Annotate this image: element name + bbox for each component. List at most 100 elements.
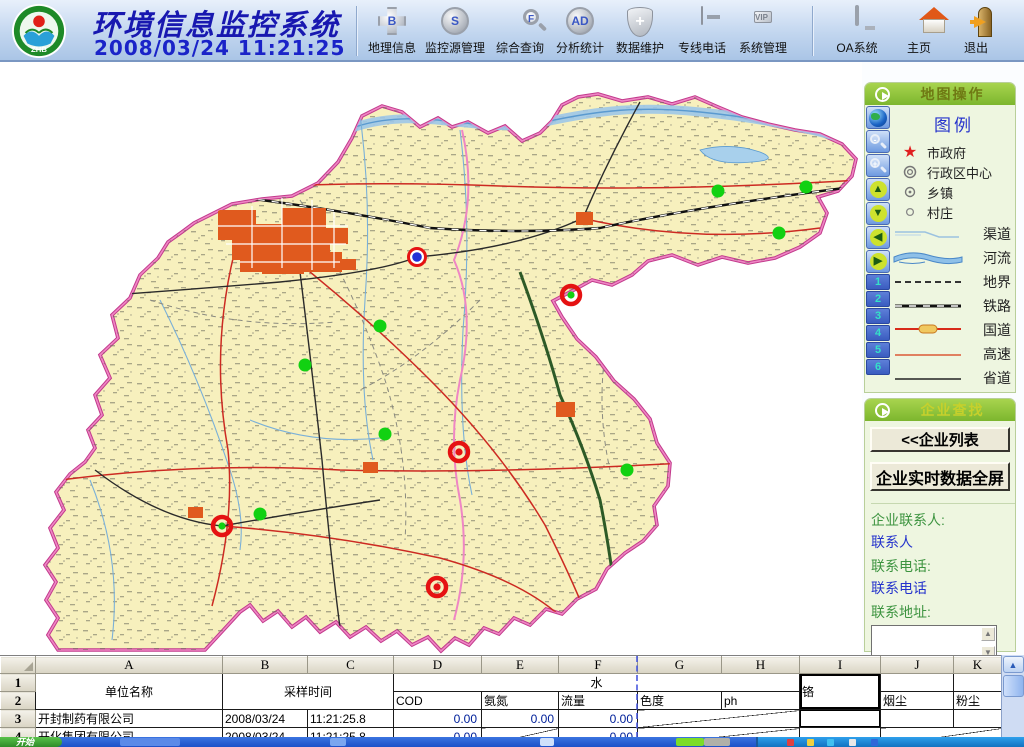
no-data-cell[interactable] (638, 728, 800, 738)
tray-icon[interactable] (787, 739, 794, 746)
cod-value-cell[interactable]: 0.00 (394, 710, 482, 728)
realtime-fullscreen-button[interactable]: 企业实时数据全屏 (870, 462, 1010, 491)
flow-value-cell[interactable]: 0.00 (559, 710, 638, 728)
sample-time-cell[interactable]: 11:21:25.8 (308, 710, 394, 728)
select-all-corner[interactable] (1, 657, 36, 674)
flow-header-cell[interactable]: 流量 (559, 692, 638, 710)
company-name-cell[interactable]: 开化集团有限公司 (36, 728, 223, 738)
company-name-cell[interactable]: 开封制药有限公司 (36, 710, 223, 728)
enterprise-marker-green[interactable] (800, 181, 813, 194)
enterprise-marker-green[interactable] (379, 428, 392, 441)
taskbar-item[interactable] (704, 738, 730, 746)
col-header-J[interactable]: J (881, 657, 954, 674)
enterprise-marker-alarm-center[interactable] (218, 522, 225, 529)
tray-icon[interactable] (827, 739, 834, 746)
scrollbar-thumb[interactable] (1003, 675, 1024, 697)
scroll-up-arrow[interactable]: ▲ (1003, 656, 1024, 673)
taskbar-item[interactable] (676, 738, 704, 746)
sample-date-cell[interactable]: 2008/03/24 (223, 728, 308, 738)
zoom-level-3[interactable]: 3 (866, 308, 890, 324)
scroll-up-icon[interactable]: ▲ (981, 627, 995, 641)
col-header-G[interactable]: G (638, 657, 722, 674)
enterprise-search-header[interactable]: 企业查找 (865, 399, 1015, 421)
nav-hotline[interactable]: 专线电话 (672, 7, 732, 57)
tray-icon[interactable] (871, 739, 878, 746)
col-header-C[interactable]: C (308, 657, 394, 674)
windows-taskbar[interactable]: 开始 (0, 737, 1024, 747)
map-operations-header[interactable]: 地图操作 (865, 83, 1015, 105)
enterprise-marker-green[interactable] (773, 227, 786, 240)
phone-value[interactable]: 联系电话 (871, 578, 1015, 598)
enterprise-marker-green[interactable] (299, 359, 312, 372)
cod-value-cell[interactable]: 0.00 (394, 728, 482, 738)
start-button[interactable]: 开始 (0, 737, 62, 747)
nav-oa-system[interactable]: OA系统 (827, 7, 887, 57)
nav-home[interactable]: 主页 (889, 7, 949, 57)
empty-cell[interactable] (881, 674, 954, 692)
water-group-header-cell[interactable]: 水 (394, 674, 800, 692)
pan-up-button[interactable]: ▲ (866, 178, 890, 201)
nav-source-mgmt[interactable]: S 监控源管理 (422, 7, 488, 57)
sample-time-header-cell[interactable]: 采样时间 (223, 674, 394, 710)
col-header-E[interactable]: E (482, 657, 559, 674)
nav-exit[interactable]: 退出 (946, 7, 1006, 57)
nh3-header-cell[interactable]: 氨氮 (482, 692, 559, 710)
taskbar-item[interactable] (120, 738, 180, 746)
col-header-K[interactable]: K (954, 657, 1002, 674)
enterprise-marker-alarm-center[interactable] (567, 291, 574, 298)
tray-icon[interactable] (849, 739, 856, 746)
realtime-data-table[interactable]: A B C D E F G H I J K 1 单位名称 采样时间 水 铬 2 … (0, 655, 1001, 737)
enterprise-marker-alert-center[interactable] (433, 583, 440, 590)
map-viewport[interactable] (0, 62, 862, 655)
taskbar-item[interactable] (540, 738, 554, 746)
cod-header-cell[interactable]: COD (394, 692, 482, 710)
tray-icon[interactable] (807, 739, 814, 746)
col-header-B[interactable]: B (223, 657, 308, 674)
taskbar-item[interactable] (330, 738, 346, 746)
enterprise-marker-green[interactable] (254, 508, 267, 521)
empty-cell[interactable] (954, 710, 1002, 728)
row-header-4[interactable]: 4 (1, 728, 36, 738)
city-hall-marker-center[interactable] (412, 252, 422, 262)
nav-geo-info[interactable]: B 地理信息 (362, 7, 422, 57)
dust-header-cell[interactable]: 粉尘 (954, 692, 1002, 710)
contact-value[interactable]: 联系人 (871, 532, 1015, 552)
zoom-out-button[interactable]: - (866, 130, 890, 153)
empty-cell[interactable] (954, 674, 1002, 692)
no-data-cell[interactable] (881, 728, 1002, 738)
active-cell[interactable] (800, 710, 881, 728)
nh3-value-cell[interactable]: 0.00 (482, 710, 559, 728)
row-header-3[interactable]: 3 (1, 710, 36, 728)
row-header-2[interactable]: 2 (1, 692, 36, 710)
no-data-cell[interactable] (482, 728, 559, 738)
pan-right-button[interactable]: ▶ (866, 250, 890, 273)
empty-cell[interactable] (800, 728, 881, 738)
nav-query[interactable]: F 综合查询 (490, 7, 550, 57)
enterprise-marker-alert-center[interactable] (455, 448, 462, 455)
zoom-level-5[interactable]: 5 (866, 342, 890, 358)
empty-cell[interactable] (881, 710, 954, 728)
nav-analysis[interactable]: AD 分析统计 (550, 7, 610, 57)
ph-header-cell[interactable]: ph (722, 692, 800, 710)
system-tray[interactable] (756, 737, 1024, 747)
enterprise-marker-green[interactable] (374, 320, 387, 333)
col-header-F[interactable]: F (559, 657, 638, 674)
zoom-in-button[interactable]: + (866, 154, 890, 177)
chroma-header-cell[interactable]: 色度 (638, 692, 722, 710)
col-header-I[interactable]: I (800, 657, 881, 674)
nav-system-mgmt[interactable]: VIP 系统管理 (733, 7, 793, 57)
zoom-level-1[interactable]: 1 (866, 274, 890, 290)
col-header-D[interactable]: D (394, 657, 482, 674)
row-header-1[interactable]: 1 (1, 674, 36, 692)
flow-value-cell[interactable]: 0.00 (559, 728, 638, 738)
pan-down-button[interactable]: ▼ (866, 202, 890, 225)
zoom-level-6[interactable]: 6 (866, 359, 890, 375)
no-data-cell[interactable] (638, 710, 800, 728)
col-header-A[interactable]: A (36, 657, 223, 674)
zoom-level-4[interactable]: 4 (866, 325, 890, 341)
enterprise-marker-green[interactable] (712, 185, 725, 198)
smoke-header-cell[interactable]: 烟尘 (881, 692, 954, 710)
pan-left-button[interactable]: ◀ (866, 226, 890, 249)
zoom-level-2[interactable]: 2 (866, 291, 890, 307)
enterprise-marker-green[interactable] (621, 464, 634, 477)
